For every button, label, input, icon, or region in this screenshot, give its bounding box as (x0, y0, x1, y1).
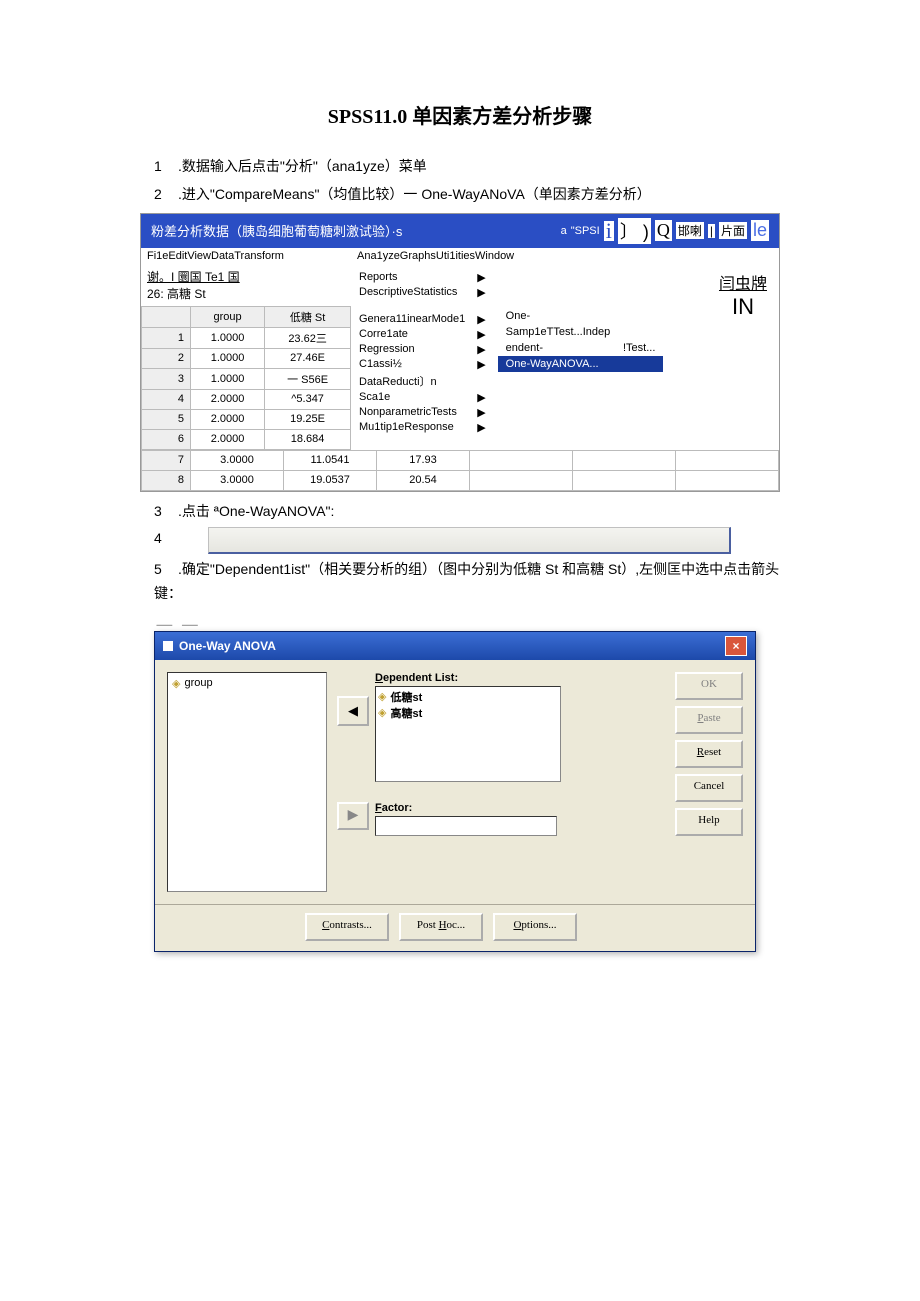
analyze-menu-open[interactable]: Reports▶ DescriptiveStatistics▶ Genera11… (351, 264, 494, 450)
paste-button[interactable]: Paste (675, 706, 743, 734)
close-icon[interactable]: × (725, 636, 747, 656)
cell-indicator: 谢。I 圜国 Te1 国 26: 高糖 St (141, 264, 351, 306)
step-2: 2.进入"CompareMeans"（均值比较）一 One-WayANoVA（单… (154, 183, 780, 207)
page-title: SPSS11.0 单因素方差分析步骤 (140, 100, 780, 129)
source-variable-list[interactable]: ◈group (167, 672, 327, 892)
factor-label: Factor: (375, 802, 557, 814)
data-grid-wide[interactable]: 73.000011.054117.93 83.000019.053720.54 (141, 450, 779, 491)
spss-window: 粉差分析数据（胰岛细胞葡萄糖刺激试验）·s a "SPSI i 〕 ) Q 邯喇… (140, 213, 780, 492)
dialog-preline: ⸺ ⸺ (156, 616, 780, 631)
dependent-list[interactable]: ◈低糖st ◈高糖st (375, 686, 561, 782)
reset-button[interactable]: Reset (675, 740, 743, 768)
variable-icon: ◈ (172, 677, 180, 690)
help-button[interactable]: Help (675, 808, 743, 836)
deco-char-i: i (604, 221, 614, 241)
variable-icon: ◈ (378, 706, 386, 719)
step-5: 5.确定"Dependent1ist"（相关要分析的组）（图中分别为低糖 St … (154, 558, 780, 606)
contrasts-button[interactable]: Contrasts... (305, 913, 389, 941)
oneway-anova-dialog: One-Way ANOVA × ◈group ◀ DDependent List… (154, 631, 756, 952)
move-to-factor-button[interactable]: ▶ (337, 802, 369, 830)
ok-button[interactable]: OK (675, 672, 743, 700)
factor-input[interactable] (375, 816, 557, 836)
dialog-icon (163, 641, 173, 651)
cancel-button[interactable]: Cancel (675, 774, 743, 802)
spss-titlebar: 粉差分析数据（胰岛细胞葡萄糖刺激试验）·s a "SPSI i 〕 ) Q 邯喇… (141, 214, 779, 248)
dialog-titlebar: One-Way ANOVA × (155, 632, 755, 660)
step-1: 1.数据输入后点击"分析"（ana1yze）菜单 (154, 155, 780, 179)
step-4: 4 (154, 527, 780, 554)
options-button[interactable]: Options... (493, 913, 577, 941)
move-to-dependent-button[interactable]: ◀ (337, 696, 369, 726)
oneway-anova-menu-item[interactable]: One-WayANOVA... (498, 356, 664, 372)
toolbar-strip-image (208, 527, 731, 554)
spss-menubar[interactable]: Fi1eEditViewDataTransform Ana1yzeGraphsU… (141, 248, 779, 264)
right-decoration: 闫虫牌 IN (707, 264, 779, 450)
data-grid[interactable]: group低糖 St 11.000023.62三 21.000027.46E 3… (141, 306, 351, 450)
posthoc-button[interactable]: Post Hoc... (399, 913, 483, 941)
compare-means-submenu[interactable]: One- Samp1eTTest...Indep endent-!Test...… (498, 264, 664, 450)
variable-icon: ◈ (378, 690, 386, 703)
dependent-list-label: DDependent List:ependent List: (375, 672, 561, 684)
step-3: 3.点击 ªOne-WayANOVA": (154, 500, 780, 524)
